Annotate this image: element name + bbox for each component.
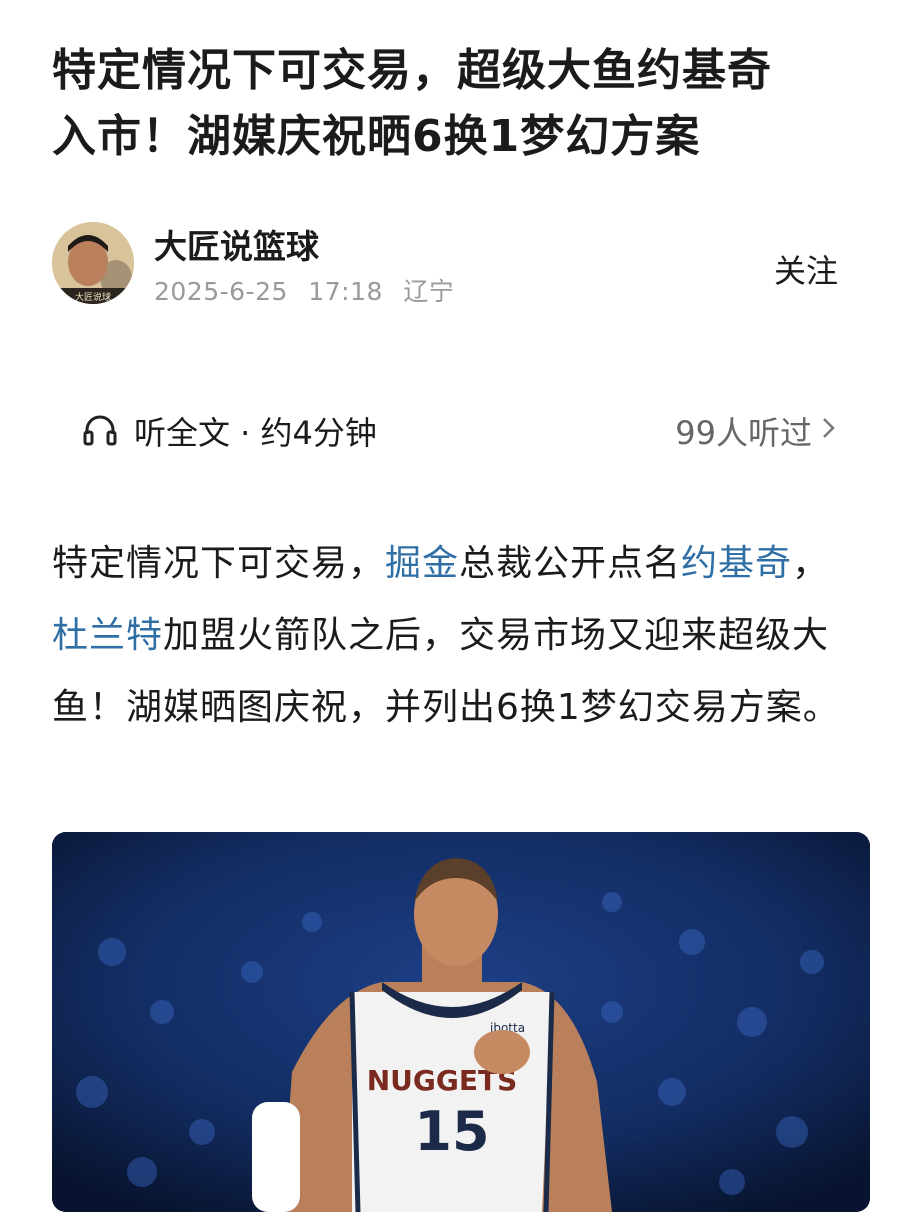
- publish-time: 17:18: [308, 277, 383, 306]
- listen-bar[interactable]: 听全文 · 约4分钟 99人听过: [82, 404, 842, 460]
- body-text-3: ，: [792, 543, 830, 584]
- chevron-right-icon: [823, 418, 835, 438]
- player-photo: NUGGETS 15 ibotta: [52, 832, 870, 1212]
- listen-count: 99人听过: [675, 414, 812, 452]
- jersey-number-text: 15: [414, 1100, 489, 1163]
- link-jokic[interactable]: 约基奇: [681, 543, 792, 584]
- article-title: 特定情况下可交易，超级大鱼约基奇 入市！湖媒庆祝晒6换1梦幻方案: [52, 38, 852, 170]
- link-durant[interactable]: 杜兰特: [52, 615, 163, 656]
- follow-button[interactable]: 关注: [774, 246, 838, 292]
- avatar-caption: 大匠说球: [75, 291, 111, 303]
- avatar[interactable]: 大匠说球: [52, 222, 134, 304]
- title-line-1: 特定情况下可交易，超级大鱼约基奇: [52, 45, 772, 96]
- article-body: 特定情况下可交易，掘金总裁公开点名约基奇， 杜兰特加盟火箭队之后，交易市场又迎来超…: [52, 528, 842, 744]
- listen-label: 听全文 · 约4分钟: [134, 414, 377, 452]
- author-block: 大匠说球 大匠说篮球 2025-6-25 17:18 辽宁 关注: [52, 220, 872, 310]
- title-line-2: 入市！湖媒庆祝晒6换1梦幻方案: [52, 111, 701, 162]
- author-meta: 2025-6-25 17:18 辽宁: [154, 272, 466, 308]
- article-photo[interactable]: NUGGETS 15 ibotta: [52, 832, 870, 1212]
- publish-location: 辽宁: [403, 277, 455, 306]
- body-text-2: 总裁公开点名: [459, 543, 682, 584]
- avatar-photo: 大匠说球: [52, 222, 134, 304]
- publish-date: 2025-6-25: [154, 277, 288, 306]
- body-text-4: 加盟火箭队之后，交易市场又迎来超级大鱼！湖媒晒图庆祝，并列出6换1梦幻交易方案。: [52, 615, 840, 728]
- headphones-icon: [83, 415, 117, 446]
- body-text-1: 特定情况下可交易，: [52, 543, 386, 584]
- link-nuggets[interactable]: 掘金: [385, 543, 459, 584]
- author-name[interactable]: 大匠说篮球: [154, 220, 319, 268]
